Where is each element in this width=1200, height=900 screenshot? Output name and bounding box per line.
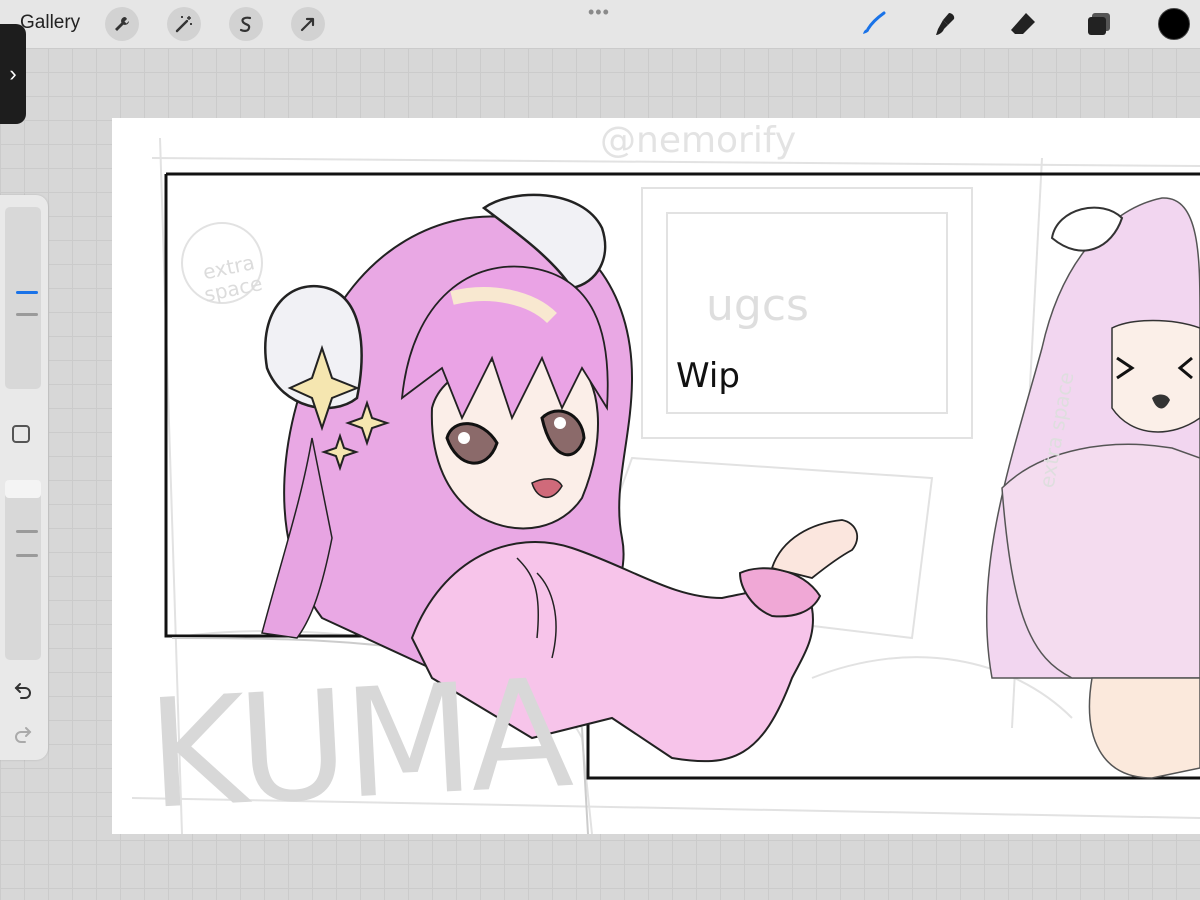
undo-icon (14, 683, 31, 699)
opacity-slider-tick (16, 530, 38, 533)
sketch-big-text: KUMA (143, 647, 573, 843)
eraser-icon[interactable] (1008, 9, 1038, 39)
left-sidebar (0, 195, 48, 760)
size-slider-indicator (16, 291, 38, 294)
opacity-slider-tick (16, 554, 38, 557)
sidebar-expand-tab[interactable]: › (0, 24, 26, 124)
drawing-canvas[interactable]: @nemorify ugcs extra space extra space W… (112, 118, 1200, 843)
chevron-right-icon: › (9, 61, 17, 86)
opacity-slider-thumb[interactable] (5, 480, 41, 498)
wip-label: Wip (676, 356, 740, 396)
brush-size-slider[interactable] (5, 207, 41, 389)
color-swatch[interactable] (1158, 8, 1190, 40)
undo-button[interactable] (10, 677, 36, 703)
transform-arrow-icon[interactable] (291, 7, 325, 41)
top-toolbar: Gallery ••• (0, 0, 1200, 49)
size-slider-tick (16, 313, 38, 316)
modify-button[interactable] (12, 425, 30, 443)
smudge-icon[interactable] (930, 9, 960, 39)
magic-wand-icon[interactable] (167, 7, 201, 41)
selection-icon[interactable] (229, 7, 263, 41)
more-dots[interactable]: ••• (588, 2, 610, 23)
gallery-button[interactable]: Gallery (20, 12, 80, 34)
layers-icon[interactable] (1084, 9, 1114, 39)
watermark: @nemorify (600, 120, 797, 161)
brush-icon[interactable] (858, 9, 888, 39)
sketch-monitor-text: ugcs (706, 280, 809, 331)
redo-icon (15, 727, 32, 743)
wrench-icon[interactable] (105, 7, 139, 41)
redo-button[interactable] (10, 721, 36, 747)
opacity-slider[interactable] (5, 480, 41, 660)
